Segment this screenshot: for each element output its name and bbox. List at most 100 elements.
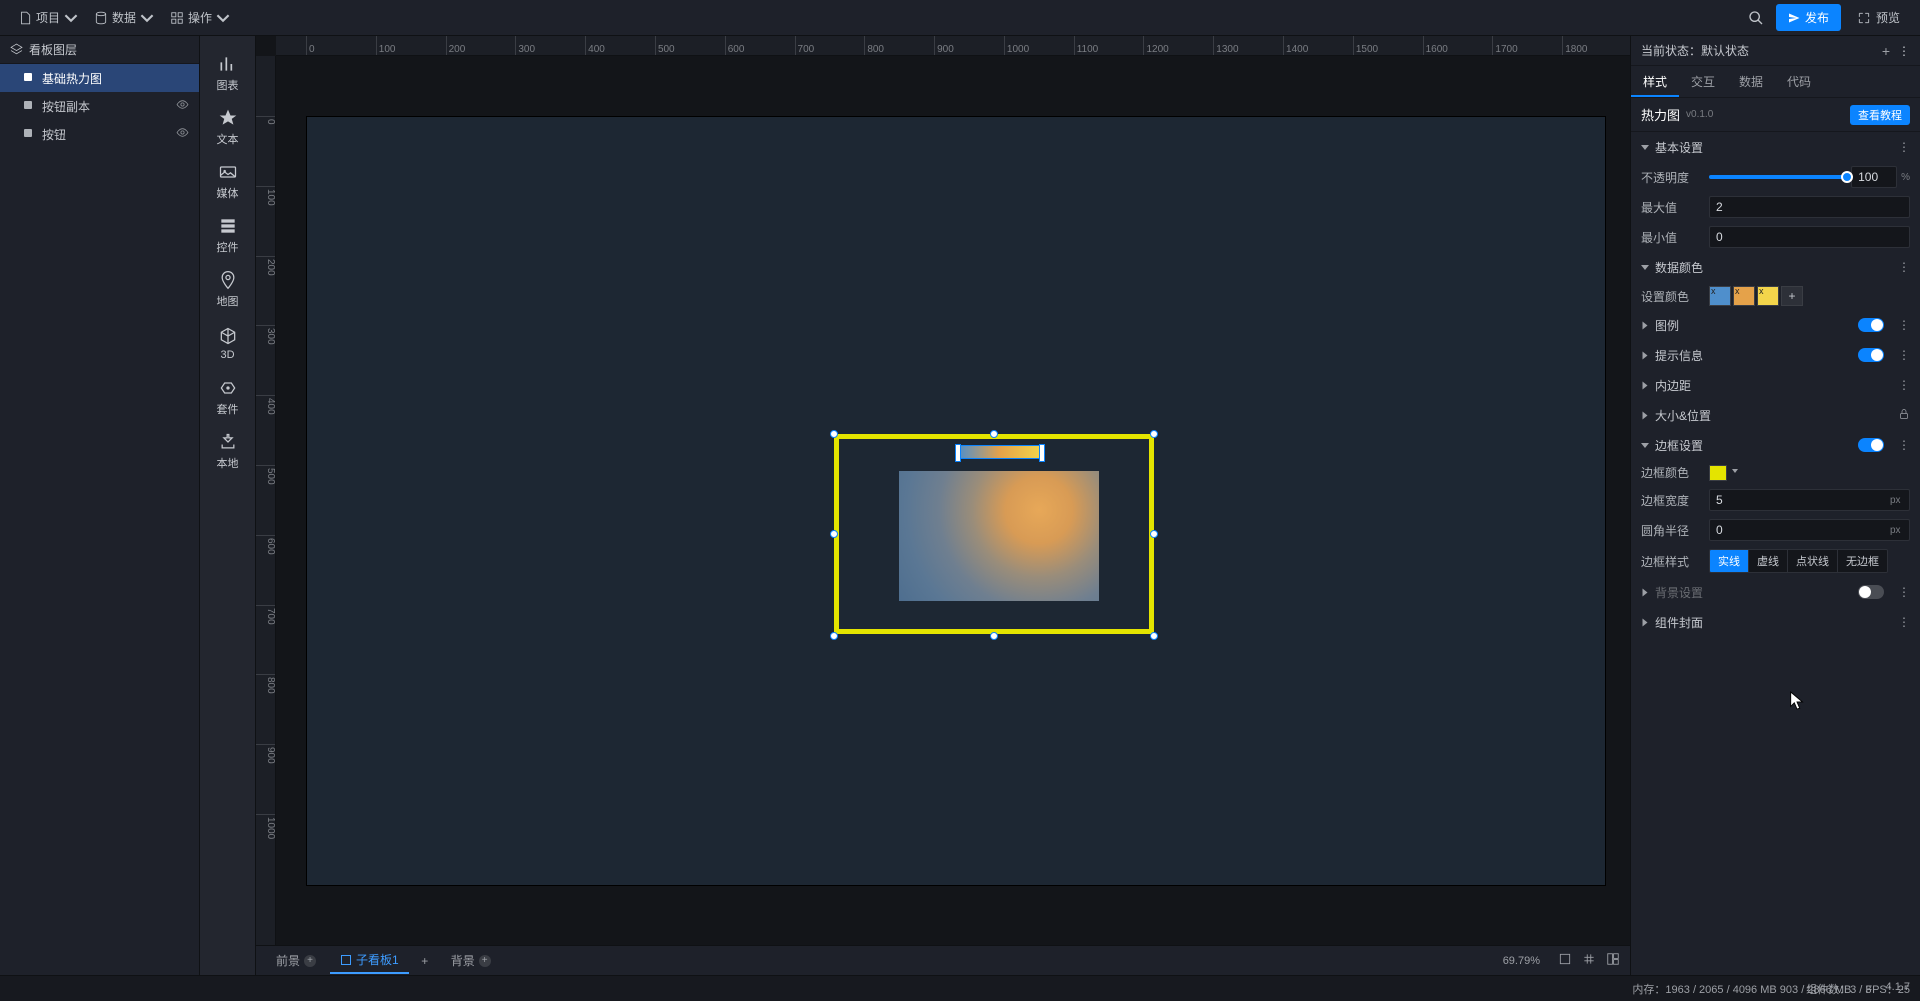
palette-item-媒体[interactable]: 媒体 — [200, 154, 255, 208]
section-more-icon[interactable]: ⋮ — [1898, 585, 1910, 599]
color-swatch[interactable]: x — [1709, 286, 1731, 306]
layer-item[interactable]: 按钮副本 — [0, 92, 199, 120]
palette-item-本地[interactable]: 本地 — [200, 424, 255, 478]
tab-data[interactable]: 数据 — [1727, 66, 1775, 97]
border-width-input[interactable] — [1709, 489, 1910, 511]
section-data-color[interactable]: 数据颜色 ⋮ — [1631, 252, 1920, 282]
palette-label: 套件 — [217, 401, 239, 417]
palette-icon — [218, 378, 238, 398]
menu-data[interactable]: 数据 — [86, 5, 162, 30]
visibility-icon[interactable] — [176, 98, 189, 114]
grid-toggle-button[interactable] — [1576, 952, 1596, 969]
palette-icon — [218, 270, 238, 290]
canvas-viewport[interactable] — [276, 56, 1630, 945]
section-tooltip[interactable]: 提示信息 ⋮ — [1631, 340, 1920, 370]
opacity-slider[interactable] — [1709, 175, 1847, 179]
section-border[interactable]: 边框设置 ⋮ — [1631, 430, 1920, 460]
min-input[interactable] — [1709, 226, 1910, 248]
state-value[interactable]: 默认状态 — [1701, 42, 1749, 59]
visibility-icon[interactable] — [176, 126, 189, 142]
opacity-input[interactable] — [1851, 166, 1897, 188]
layer-item[interactable]: 基础热力图 — [0, 64, 199, 92]
menu-project[interactable]: 项目 — [10, 5, 86, 30]
palette-item-套件[interactable]: 套件 — [200, 370, 255, 424]
menu-actions[interactable]: 操作 — [162, 5, 238, 30]
state-more-button[interactable]: ⋮ — [1898, 44, 1910, 58]
component-palette: 图表文本媒体控件地图 3D 套件本地 — [200, 36, 256, 975]
prop-set-color: 设置颜色 xxx+ — [1631, 282, 1920, 310]
palette-item-文本[interactable]: 文本 — [200, 100, 255, 154]
artboard[interactable] — [306, 116, 1606, 886]
section-more-icon[interactable]: ⋮ — [1898, 438, 1910, 452]
section-legend[interactable]: 图例 ⋮ — [1631, 310, 1920, 340]
chevron-down-icon — [140, 11, 154, 25]
expand-icon — [1857, 11, 1871, 25]
tab-background[interactable]: 背景 + — [441, 948, 501, 973]
section-more-icon[interactable]: ⋮ — [1898, 318, 1910, 332]
heatmap-chart — [899, 471, 1099, 601]
border-style-option[interactable]: 虚线 — [1749, 550, 1788, 572]
border-style-option[interactable]: 无边框 — [1838, 550, 1887, 572]
section-more-icon[interactable]: ⋮ — [1898, 348, 1910, 362]
add-color-button[interactable]: + — [1781, 286, 1803, 306]
section-cover[interactable]: 组件封面 ⋮ — [1631, 607, 1920, 637]
preview-button[interactable]: 预览 — [1847, 4, 1910, 31]
component-icon — [22, 99, 34, 114]
search-icon — [1748, 10, 1764, 26]
border-style-option[interactable]: 实线 — [1710, 550, 1749, 572]
add-state-button[interactable]: + — [1882, 43, 1890, 59]
color-swatch[interactable]: x — [1757, 286, 1779, 306]
radius-input[interactable] — [1709, 519, 1910, 541]
palette-item-图表[interactable]: 图表 — [200, 46, 255, 100]
palette-icon — [218, 54, 238, 74]
tab-foreground[interactable]: 前景 + — [266, 948, 326, 973]
tooltip-toggle[interactable] — [1858, 348, 1884, 362]
layer-item[interactable]: 按钮 — [0, 120, 199, 148]
tab-subboard[interactable]: 子看板1 — [330, 947, 409, 974]
section-background[interactable]: 背景设置 ⋮ — [1631, 577, 1920, 607]
section-more-icon[interactable]: ⋮ — [1898, 260, 1910, 274]
add-background-icon[interactable]: + — [479, 955, 491, 967]
palette-item-3D[interactable]: 3D — [200, 316, 255, 370]
layout-button[interactable] — [1600, 952, 1620, 969]
color-swatch[interactable]: x — [1733, 286, 1755, 306]
palette-label: 地图 — [217, 293, 239, 309]
palette-item-地图[interactable]: 地图 — [200, 262, 255, 316]
state-bar: 当前状态： 默认状态 + ⋮ — [1631, 36, 1920, 66]
selection-box[interactable] — [834, 434, 1154, 634]
border-toggle[interactable] — [1858, 438, 1884, 452]
section-more-icon[interactable]: ⋮ — [1898, 378, 1910, 392]
component-icon — [22, 127, 34, 142]
heatmap-legend[interactable] — [957, 445, 1043, 459]
search-button[interactable] — [1742, 4, 1770, 32]
section-more-icon[interactable]: ⋮ — [1898, 615, 1910, 629]
tab-style[interactable]: 样式 — [1631, 66, 1679, 97]
zoom-display[interactable]: 69.79% — [1503, 955, 1540, 967]
canvas-area: 0100200300400500600700800900100011001200… — [256, 36, 1630, 975]
add-tab-button[interactable]: + — [413, 954, 437, 968]
background-toggle[interactable] — [1858, 585, 1884, 599]
chevron-down-icon — [64, 11, 78, 25]
section-padding[interactable]: 内边距 ⋮ — [1631, 370, 1920, 400]
layer-label: 基础热力图 — [42, 70, 102, 87]
tab-code[interactable]: 代码 — [1775, 66, 1823, 97]
section-size-pos[interactable]: 大小&位置 — [1631, 400, 1920, 430]
palette-item-控件[interactable]: 控件 — [200, 208, 255, 262]
publish-button[interactable]: 发布 — [1776, 4, 1841, 31]
legend-toggle[interactable] — [1858, 318, 1884, 332]
palette-label: 本地 — [217, 455, 239, 471]
add-foreground-icon[interactable]: + — [304, 955, 316, 967]
lock-icon[interactable] — [1898, 408, 1910, 423]
layer-panel: 看板图层 基础热力图按钮副本按钮 — [0, 36, 200, 975]
palette-label: 媒体 — [217, 185, 239, 201]
tutorial-button[interactable]: 查看教程 — [1850, 105, 1910, 125]
tab-interact[interactable]: 交互 — [1679, 66, 1727, 97]
section-more-icon[interactable]: ⋮ — [1898, 140, 1910, 154]
border-style-option[interactable]: 点状线 — [1788, 550, 1838, 572]
prop-border-style: 边框样式 实线虚线点状线无边框 — [1631, 545, 1920, 577]
section-basic[interactable]: 基本设置 ⋮ — [1631, 132, 1920, 162]
border-color-picker[interactable] — [1709, 465, 1727, 481]
fit-screen-button[interactable] — [1552, 952, 1572, 969]
max-input[interactable] — [1709, 196, 1910, 218]
palette-label: 文本 — [217, 131, 239, 147]
